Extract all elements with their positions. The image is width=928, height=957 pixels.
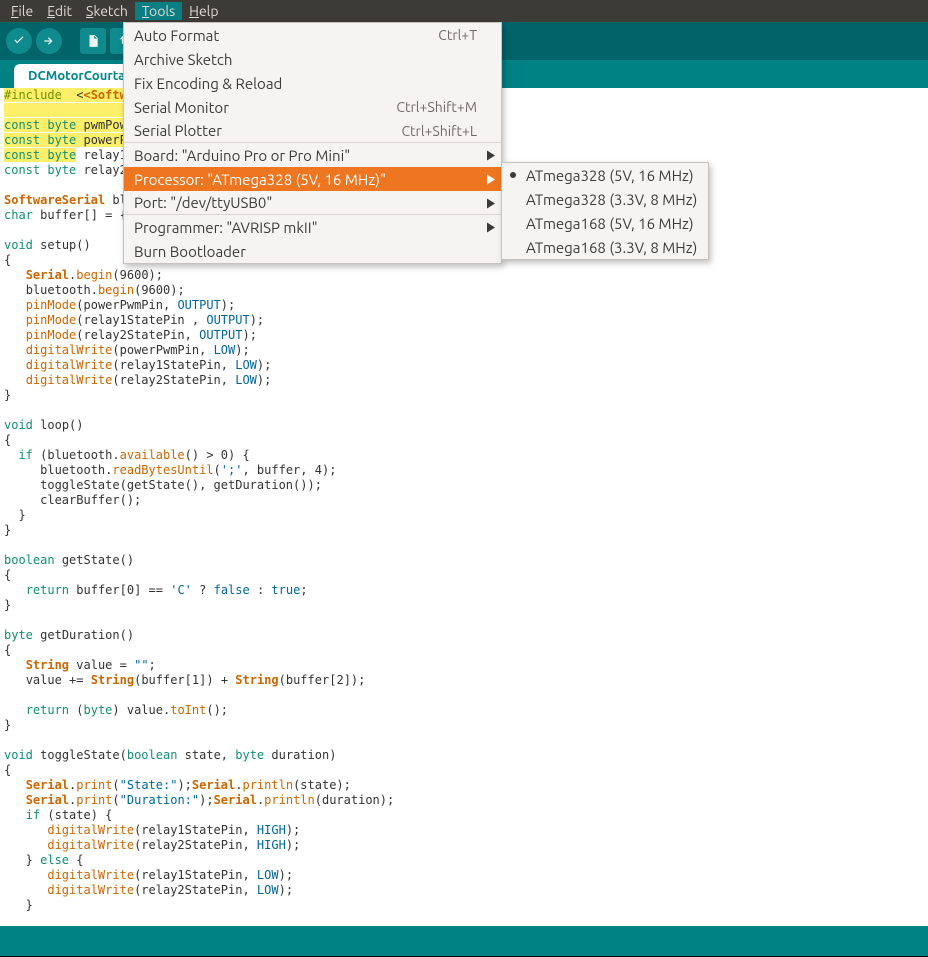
menu-file[interactable]: File bbox=[4, 2, 40, 20]
verify-button[interactable] bbox=[6, 28, 32, 54]
tools-menu: Auto FormatCtrl+T Archive Sketch Fix Enc… bbox=[123, 22, 502, 264]
chevron-right-icon bbox=[487, 171, 495, 188]
chevron-right-icon bbox=[487, 219, 495, 236]
menu-help[interactable]: Help bbox=[182, 2, 225, 20]
processor-option[interactable]: ATmega328 (3.3V, 8 MHz) bbox=[502, 187, 708, 211]
menu-board[interactable]: Board: "Arduino Pro or Pro Mini" bbox=[124, 143, 501, 167]
status-bar bbox=[0, 926, 928, 956]
menu-serial-monitor[interactable]: Serial MonitorCtrl+Shift+M bbox=[124, 95, 501, 119]
new-button[interactable] bbox=[80, 28, 106, 54]
chevron-right-icon bbox=[487, 147, 495, 164]
menubar: File Edit Sketch Tools Help bbox=[0, 0, 928, 22]
menu-processor[interactable]: Processor: "ATmega328 (5V, 16 MHz)" bbox=[124, 167, 501, 191]
menu-serial-plotter[interactable]: Serial PlotterCtrl+Shift+L bbox=[124, 119, 501, 143]
menu-port[interactable]: Port: "/dev/ttyUSB0" bbox=[124, 191, 501, 215]
menu-fix-encoding[interactable]: Fix Encoding & Reload bbox=[124, 71, 501, 95]
menu-auto-format[interactable]: Auto FormatCtrl+T bbox=[124, 23, 501, 47]
processor-option[interactable]: ATmega168 (5V, 16 MHz) bbox=[502, 211, 708, 235]
processor-option[interactable]: ATmega328 (5V, 16 MHz) bbox=[502, 163, 708, 187]
bullet-icon bbox=[510, 172, 516, 178]
processor-submenu: ATmega328 (5V, 16 MHz) ATmega328 (3.3V, … bbox=[501, 162, 709, 260]
menu-programmer[interactable]: Programmer: "AVRISP mkII" bbox=[124, 215, 501, 239]
chevron-right-icon bbox=[487, 194, 495, 211]
menu-archive-sketch[interactable]: Archive Sketch bbox=[124, 47, 501, 71]
menu-tools[interactable]: Tools bbox=[135, 2, 182, 20]
menu-sketch[interactable]: Sketch bbox=[79, 2, 135, 20]
menu-edit[interactable]: Edit bbox=[40, 2, 79, 20]
processor-option[interactable]: ATmega168 (3.3V, 8 MHz) bbox=[502, 235, 708, 259]
menu-burn-bootloader[interactable]: Burn Bootloader bbox=[124, 239, 501, 263]
upload-button[interactable] bbox=[36, 28, 62, 54]
